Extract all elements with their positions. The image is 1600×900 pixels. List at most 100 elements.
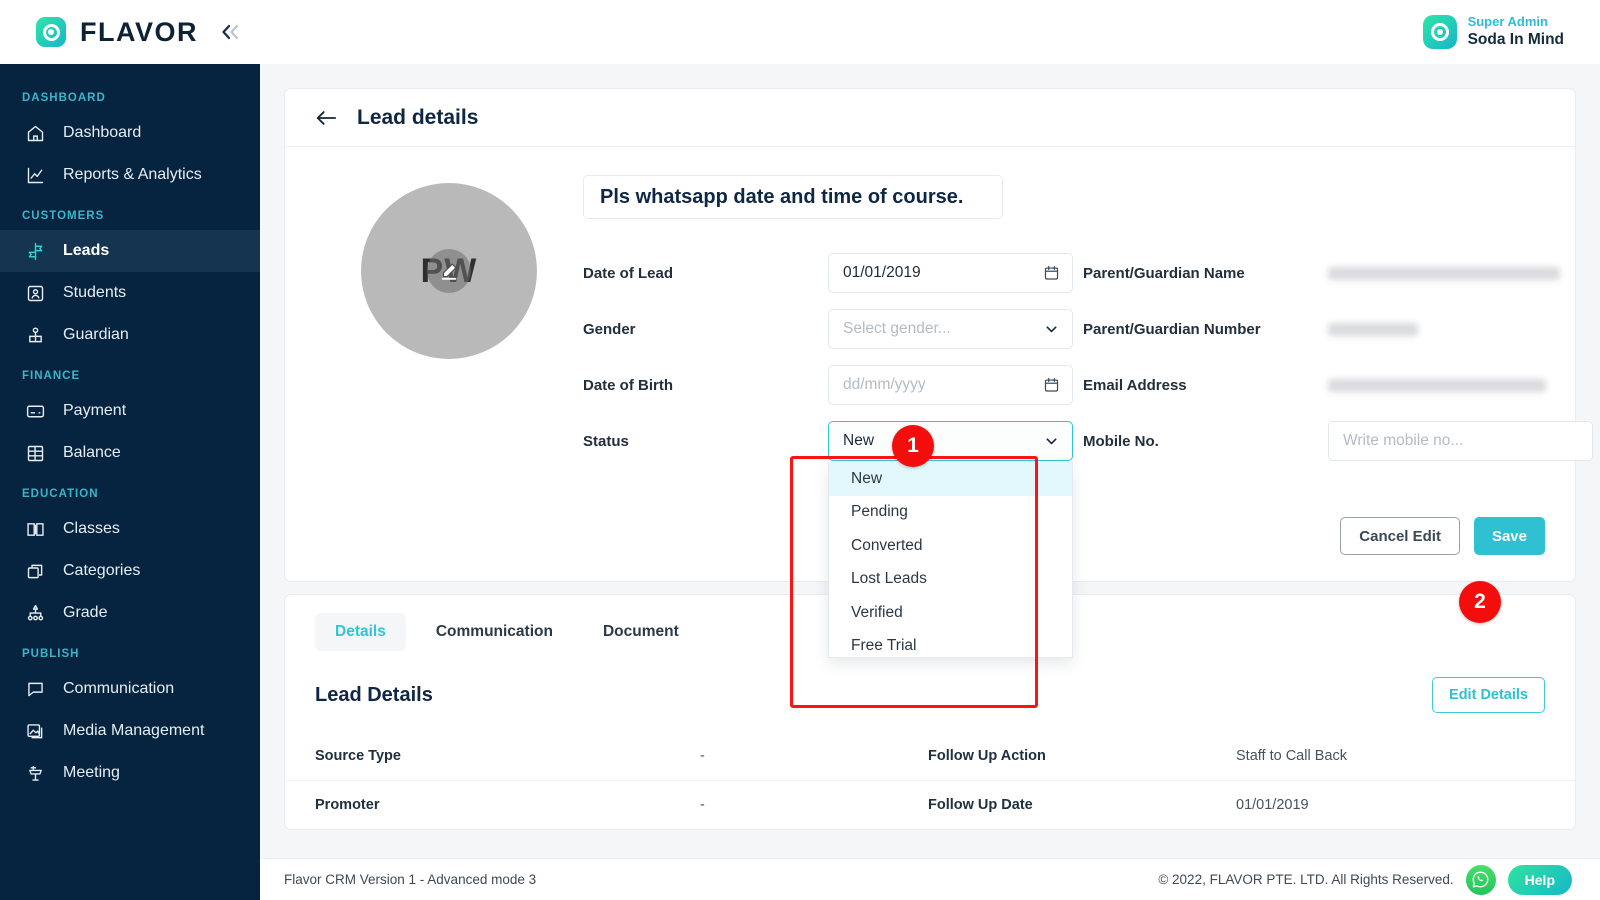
field-gender: Gender Select gender... [583,301,1073,357]
pencil-edit-icon[interactable] [427,249,471,293]
sidebar-item-grade[interactable]: Grade [0,592,260,634]
field-parent-guardian-name: Parent/Guardian Name [1083,245,1593,301]
detail-value: Staff to Call Back [1236,747,1347,764]
sidebar-item-dashboard[interactable]: Dashboard [0,112,260,154]
mobile-no-input[interactable]: Write mobile no... [1328,421,1593,461]
field-parent-guardian-number: Parent/Guardian Number [1083,301,1593,357]
sidebar-section-customers: CUSTOMERS [22,210,105,222]
calendar-icon[interactable] [1043,265,1060,282]
status-option-verified[interactable]: Verified [829,596,1072,630]
status-select[interactable]: New [828,421,1073,461]
chevron-down-icon[interactable] [1043,433,1060,450]
section-title: Lead Details [315,683,433,706]
whatsapp-icon[interactable] [1465,864,1496,895]
field-status: Status New New Pending Converted Lost Le… [583,413,1073,658]
field-placeholder: Select gender... [843,320,951,337]
double-chevron-left-icon[interactable] [218,21,244,43]
sidebar-item-balance[interactable]: Balance [0,432,260,474]
chat-bubble-icon [24,678,46,700]
date-of-lead-input[interactable]: 01/01/2019 [828,253,1073,293]
detail-key: Follow Up Date [928,797,1033,813]
id-card-icon [24,282,46,304]
status-option-new[interactable]: New [829,462,1072,496]
tab-communication[interactable]: Communication [416,613,573,651]
user-name: Soda In Mind [1467,31,1564,49]
lead-headline-input[interactable]: Pls whatsapp date and time of course. [583,175,1003,219]
sidebar-item-label: Categories [63,562,141,579]
book-open-icon [24,518,46,540]
body: DASHBOARD Dashboard Reports & Analytics … [0,64,1600,900]
home-icon [24,122,46,144]
arrow-left-icon[interactable] [315,109,337,127]
podium-icon [24,762,46,784]
footer-right: © 2022, FLAVOR PTE. LTD. All Rights Rese… [1158,864,1572,895]
status-option-converted[interactable]: Converted [829,529,1072,563]
sidebar-item-label: Classes [63,520,120,537]
sidebar-item-classes[interactable]: Classes [0,508,260,550]
sidebar-item-payment[interactable]: Payment [0,390,260,432]
sidebar-item-media-management[interactable]: Media Management [0,710,260,752]
parent-guardian-number-value [1328,322,1418,336]
status-option-lost-leads[interactable]: Lost Leads [829,563,1072,597]
sidebar-item-students[interactable]: Students [0,272,260,314]
status-dropdown[interactable]: New Pending Converted Lost Leads Verifie… [828,462,1073,658]
field-date-of-lead: Date of Lead 01/01/2019 [583,245,1073,301]
sidebar-item-label: Grade [63,604,108,621]
footer-version: Flavor CRM Version 1 - Advanced mode 3 [284,872,537,887]
ledger-icon [24,442,46,464]
field-label: Status [583,432,629,450]
field-label: Parent/Guardian Name [1083,264,1245,282]
field-label: Date of Birth [583,376,673,394]
status-option-free-trial[interactable]: Free Trial [829,630,1072,658]
date-of-birth-input[interactable]: dd/mm/yyyy [828,365,1073,405]
main-content: Lead details PW [260,64,1600,900]
sidebar-section-dashboard: DASHBOARD [22,92,106,104]
flavor-logo-icon [36,17,66,47]
left-fields-column: Date of Lead 01/01/2019 Gender Select ge… [583,245,1073,658]
field-label: Mobile No. [1083,432,1159,450]
cancel-edit-button[interactable]: Cancel Edit [1340,517,1460,555]
edit-details-button[interactable]: Edit Details [1432,677,1545,713]
section-header: Lead Details Edit Details [285,651,1575,721]
footer-copyright: © 2022, FLAVOR PTE. LTD. All Rights Rese… [1158,872,1454,887]
sidebar-item-meeting[interactable]: Meeting [0,752,260,794]
calendar-icon[interactable] [1043,377,1060,394]
sidebar-item-communication[interactable]: Communication [0,668,260,710]
save-button[interactable]: Save [1473,517,1545,555]
details-table: Source Type - Follow Up Action Staff to … [285,721,1575,829]
hierarchy-icon [24,602,46,624]
sidebar-item-label: Leads [63,242,110,259]
sidebar-item-label: Payment [63,402,127,419]
sidebar-item-label: Reports & Analytics [63,166,202,183]
sidebar-section-finance: FINANCE [22,370,81,382]
field-label: Email Address [1083,376,1187,394]
user-role: Super Admin [1467,14,1548,30]
field-email-address: Email Address [1083,357,1593,413]
top-bar: FLAVOR Super Admin Soda In Mind [0,0,1600,64]
stacked-boxes-icon [24,560,46,582]
tab-details[interactable]: Details [315,613,406,651]
fields-grid: Date of Lead 01/01/2019 Gender Select ge… [583,245,1593,658]
table-row: Source Type - Follow Up Action Staff to … [285,731,1575,780]
email-address-value [1328,378,1546,392]
sidebar-item-reports-analytics[interactable]: Reports & Analytics [0,154,260,196]
detail-value: 01/01/2019 [1236,797,1309,813]
footer: Flavor CRM Version 1 - Advanced mode 3 ©… [260,858,1600,900]
field-placeholder: dd/mm/yyyy [843,376,926,393]
tab-document[interactable]: Document [583,613,699,651]
help-button[interactable]: Help [1507,864,1572,895]
table-row: Promoter - Follow Up Date 01/01/2019 [285,780,1575,829]
lead-avatar[interactable]: PW [361,183,537,359]
user-box[interactable]: Super Admin Soda In Mind [1422,14,1600,50]
fields-column: Pls whatsapp date and time of course. Da… [583,175,1593,658]
sidebar-item-categories[interactable]: Categories [0,550,260,592]
sidebar-item-guardian[interactable]: Guardian [0,314,260,356]
gender-select[interactable]: Select gender... [828,309,1073,349]
status-option-pending[interactable]: Pending [829,496,1072,530]
field-placeholder: Write mobile no... [1343,432,1464,449]
lead-details-card: Lead details PW [284,88,1593,658]
chevron-down-icon[interactable] [1043,321,1060,338]
detail-key: Source Type [315,747,401,764]
credit-card-icon [24,400,46,422]
sidebar-item-leads[interactable]: Leads [0,230,260,272]
